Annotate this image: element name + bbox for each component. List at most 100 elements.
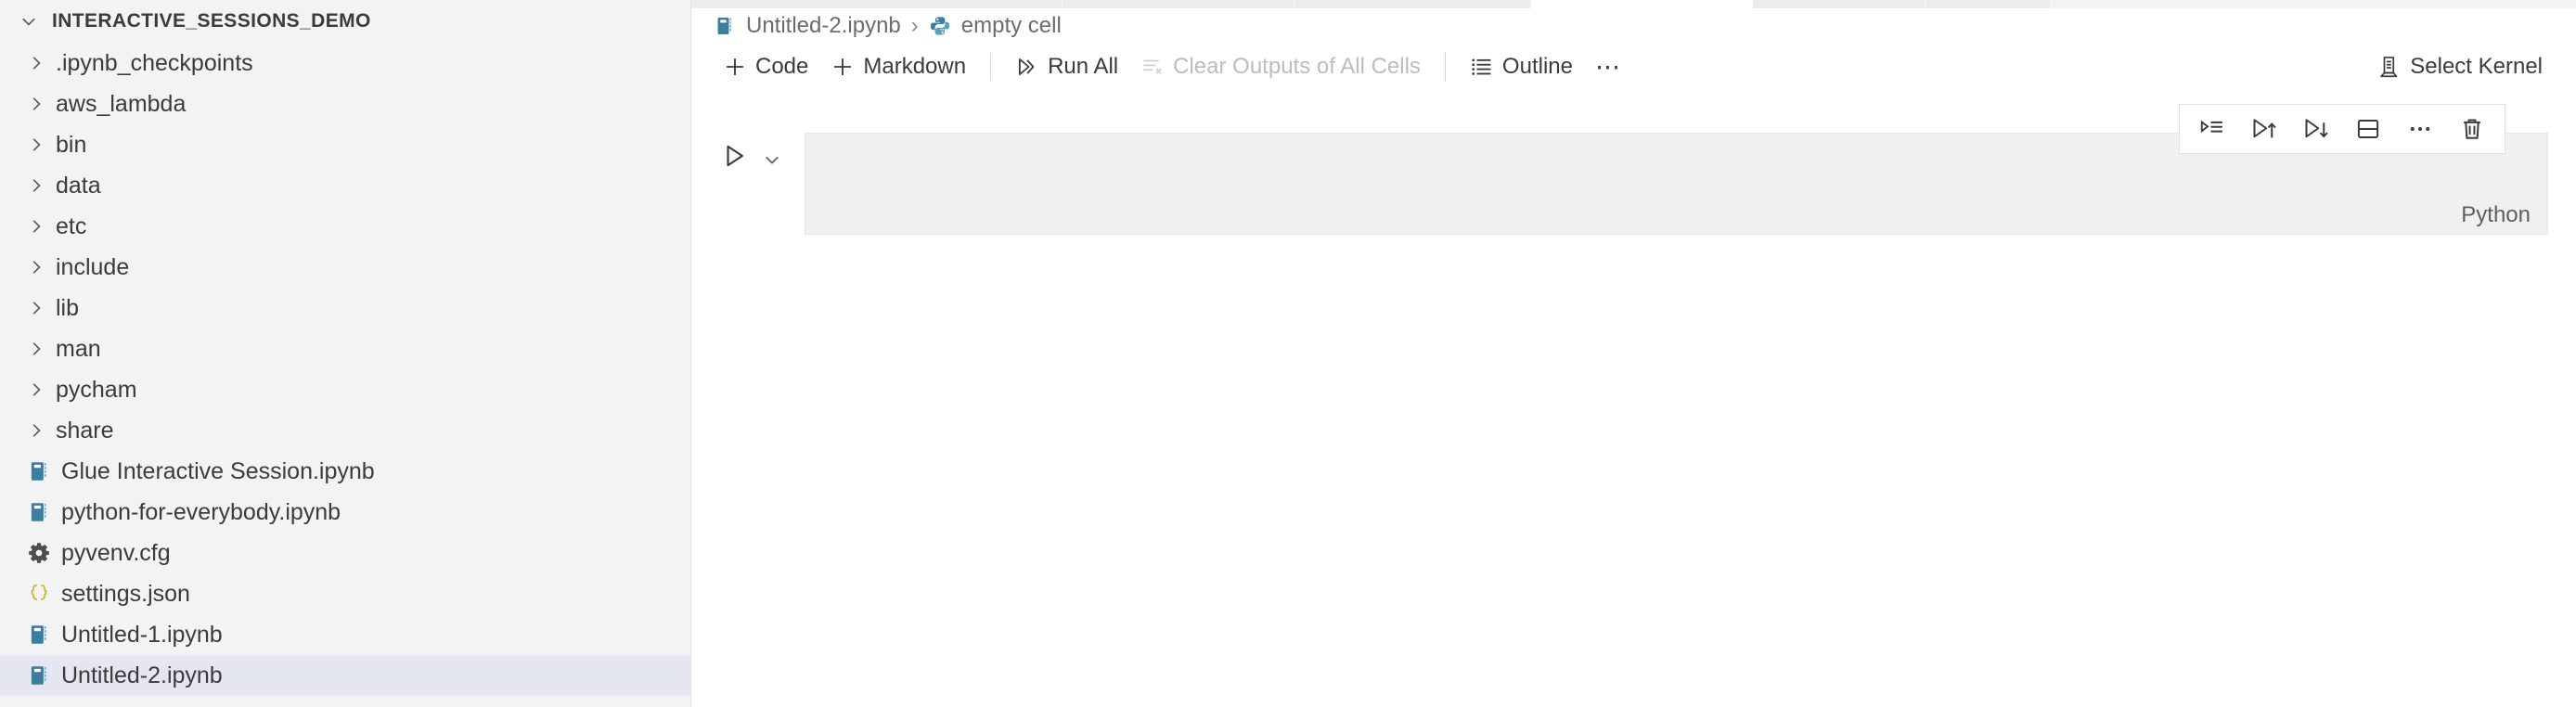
tree-item-label: python-for-everybody.ipynb [61,498,341,525]
tree-item-untitled-1-ipynb[interactable]: Untitled-1.ipynb [0,614,690,655]
split-cell-icon[interactable] [2345,108,2391,150]
tree-item-label: data [56,172,101,199]
breadcrumb-file[interactable]: Untitled-2.ipynb [714,13,901,39]
breadcrumb-file-label: Untitled-2.ipynb [746,13,901,38]
tree-item-share[interactable]: share [0,410,690,451]
chevron-right-icon[interactable] [20,298,52,318]
outline-label: Outline [1501,54,1573,79]
chevron-right-icon[interactable] [20,216,52,237]
tree-item-man[interactable]: man [0,328,690,369]
tree-item-label: lib [56,294,80,321]
more-actions-icon[interactable] [2397,108,2443,150]
chevron-right-icon[interactable] [20,135,52,155]
chevron-right-icon[interactable] [20,175,52,196]
kernel-icon [2377,55,2402,79]
tree-item-pycham[interactable]: pycham [0,369,690,410]
tree-item-label: Untitled-2.ipynb [61,662,223,688]
tree-item-pyvenv-cfg[interactable]: pyvenv.cfg [0,533,690,573]
cell-language-label[interactable]: Python [2461,202,2531,228]
outline-button[interactable]: Outline [1459,46,1584,87]
tree-item-data[interactable]: data [0,165,690,206]
python-icon [929,15,951,37]
tree-item-aws-lambda[interactable]: aws_lambda [0,84,690,124]
chevron-right-icon[interactable] [20,379,52,400]
tree-item-label: share [56,417,114,443]
breadcrumb-separator: › [910,13,919,38]
clear-outputs-icon [1140,55,1165,79]
notebook-icon [20,459,58,483]
tree-item-label: include [56,253,130,280]
toolbar-more-button[interactable]: ⋯ [1584,46,1634,87]
notebook-editor: Untitled-2.ipynb › empty cell Code Markd… [691,0,2576,707]
tree-item-label: settings.json [61,580,190,607]
tree-item-settings-json[interactable]: settings.json [0,573,690,614]
chevron-right-icon[interactable] [20,94,52,114]
tree-item-label: etc [56,212,87,239]
play-icon[interactable] [721,142,749,170]
tree-item-label: bin [56,131,87,158]
explorer-root-header[interactable]: INTERACTIVE_SESSIONS_DEMO [0,0,690,43]
tree-item-label: Untitled-1.ipynb [61,621,223,648]
cell-action-toolbar [2179,104,2505,154]
gear-icon [20,541,58,565]
tree-item-etc[interactable]: etc [0,206,690,247]
tab-sliver[interactable] [1294,0,1531,8]
explorer-root-label: INTERACTIVE_SESSIONS_DEMO [52,10,371,32]
run-by-line-icon[interactable] [2189,108,2235,150]
run-all-label: Run All [1048,54,1119,79]
breadcrumb-cell[interactable]: empty cell [929,13,1062,39]
clear-outputs-button[interactable]: Clear Outputs of All Cells [1129,46,1432,87]
trash-icon[interactable] [2449,108,2495,150]
outline-icon [1470,55,1494,79]
clear-outputs-label: Clear Outputs of All Cells [1173,54,1421,79]
toolbar-divider [1444,53,1446,81]
chevron-right-icon[interactable] [20,339,52,359]
chevron-down-icon[interactable] [762,142,782,170]
tree-item-label: .ipynb_checkpoints [56,49,253,76]
tree-item-glue-interactive-session-ipynb[interactable]: Glue Interactive Session.ipynb [0,451,690,492]
file-tree: .ipynb_checkpoints aws_lambdabin data etc in… [0,43,690,696]
notebook-icon [20,623,58,647]
run-above-icon[interactable] [2241,108,2287,150]
tab-sliver[interactable] [691,0,1063,8]
chevron-right-icon[interactable] [20,53,52,73]
plus-icon [723,55,747,79]
chevron-down-icon[interactable] [13,11,45,32]
tab-sliver[interactable] [1063,0,1294,8]
tree-item-bin[interactable]: bin [0,124,690,165]
json-braces-icon [20,582,58,606]
tree-item-label: aws_lambda [56,90,187,117]
notebook-icon [20,500,58,524]
run-all-button[interactable]: Run All [1004,46,1129,87]
select-kernel-inner[interactable]: Select Kernel [2366,46,2554,87]
vscode-window: INTERACTIVE_SESSIONS_DEMO .ipynb_checkpo… [0,0,2576,707]
run-below-icon[interactable] [2293,108,2339,150]
tree-item-label: pycham [56,376,137,403]
notebook-toolbar: Code Markdown Run All Clear Outputs of A… [691,44,2576,90]
tab-sliver-active[interactable] [1531,0,1754,8]
select-kernel-button[interactable]: Select Kernel [2366,44,2554,90]
tree-item-include[interactable]: include [0,247,690,288]
plus-icon [831,55,855,79]
add-code-cell-button[interactable]: Code [712,46,819,87]
editor-tab-strip [691,0,2576,8]
notebook-icon [20,663,58,688]
tree-item-lib[interactable]: lib [0,288,690,328]
chevron-right-icon[interactable] [20,420,52,441]
tab-sliver[interactable] [1754,0,1926,8]
run-all-icon [1015,55,1039,79]
add-code-cell-label: Code [755,54,809,79]
tab-sliver[interactable] [1926,0,2051,8]
explorer-sidebar: INTERACTIVE_SESSIONS_DEMO .ipynb_checkpo… [0,0,691,707]
notebook-icon [714,15,736,37]
tree-item-label: Glue Interactive Session.ipynb [61,457,375,484]
tree-item-ipynb-checkpoints[interactable]: .ipynb_checkpoints [0,43,690,84]
add-markdown-cell-label: Markdown [863,54,967,79]
tree-item-label: pyvenv.cfg [61,539,171,566]
tree-item-python-for-everybody-ipynb[interactable]: python-for-everybody.ipynb [0,492,690,533]
tree-item-untitled-2-ipynb[interactable]: Untitled-2.ipynb [0,655,690,696]
breadcrumb: Untitled-2.ipynb › empty cell [691,8,2576,44]
chevron-right-icon[interactable] [20,257,52,277]
add-markdown-cell-button[interactable]: Markdown [819,46,977,87]
tab-strip-filler [2051,0,2576,8]
